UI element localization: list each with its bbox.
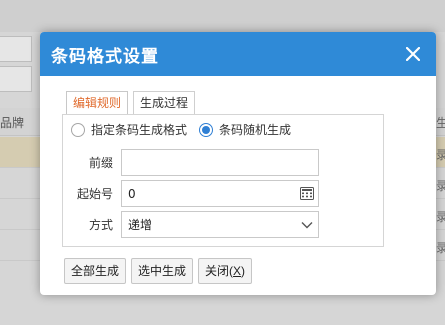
background-row-text: 录 [436, 179, 445, 193]
background-topbar [0, 0, 445, 32]
dialog-header: 条码格式设置 [40, 32, 436, 76]
radio-label: 条码随机生成 [219, 123, 292, 137]
background-row-text: 录 [436, 241, 445, 255]
radio-button[interactable] [71, 122, 85, 137]
tab-generation-process[interactable]: 生成过程 [133, 91, 196, 115]
start-number-input[interactable]: 0 [121, 180, 319, 207]
tab-edit-rules[interactable]: 编辑规则 [66, 91, 129, 116]
close-button-label: 关闭( [205, 264, 234, 278]
prefix-label: 前缀 [88, 156, 113, 170]
background-right-header: 生 [436, 116, 445, 130]
close-button[interactable]: 关闭(X) [198, 258, 253, 284]
mode-label: 方式 [88, 218, 113, 232]
mode-value: 递增 [128, 218, 153, 232]
radio-button-checked[interactable] [199, 122, 214, 137]
radio-label: 指定条码生成格式 [91, 123, 188, 137]
prefix-row: 前缀 [63, 149, 319, 176]
prefix-input[interactable] [121, 149, 319, 176]
dialog-button-row: 全部生成 选中生成 关闭(X) [64, 258, 257, 284]
barcode-format-dialog: 条码格式设置 编辑规则 生成过程 指定条码生成格式 条码随机生成 前缀 起始号 … [40, 32, 436, 295]
close-button-shortcut: X [233, 264, 242, 278]
start-number-value: 0 [128, 186, 136, 201]
background-column-header: 品牌 [0, 116, 25, 130]
start-number-row: 起始号 0 [63, 180, 319, 207]
background-input-2 [0, 66, 32, 92]
mode-row: 方式 递增 [63, 211, 319, 238]
generate-selected-button[interactable]: 选中生成 [131, 258, 194, 284]
chevron-down-icon[interactable] [296, 212, 318, 237]
generate-all-button[interactable]: 全部生成 [64, 258, 127, 284]
tab-panel-edit-rules: 指定条码生成格式 条码随机生成 前缀 起始号 0 方式 递增 [62, 114, 384, 247]
calculator-icon[interactable] [296, 181, 318, 206]
background-row-text: 录 [436, 210, 445, 224]
start-number-label: 起始号 [76, 187, 113, 201]
background-input-1 [0, 36, 32, 62]
dialog-title: 条码格式设置 [51, 46, 159, 67]
radio-random-generate[interactable]: 条码随机生成 [199, 121, 291, 138]
close-icon[interactable] [402, 43, 424, 65]
mode-select[interactable]: 递增 [121, 211, 319, 238]
close-button-label-end: ) [241, 264, 246, 278]
radio-specified-format[interactable]: 指定条码生成格式 [71, 121, 187, 138]
dialog-tabs: 编辑规则 生成过程 [66, 91, 200, 116]
background-row-text: 录 [436, 148, 445, 162]
generation-mode-radio-group: 指定条码生成格式 条码随机生成 [71, 121, 303, 138]
